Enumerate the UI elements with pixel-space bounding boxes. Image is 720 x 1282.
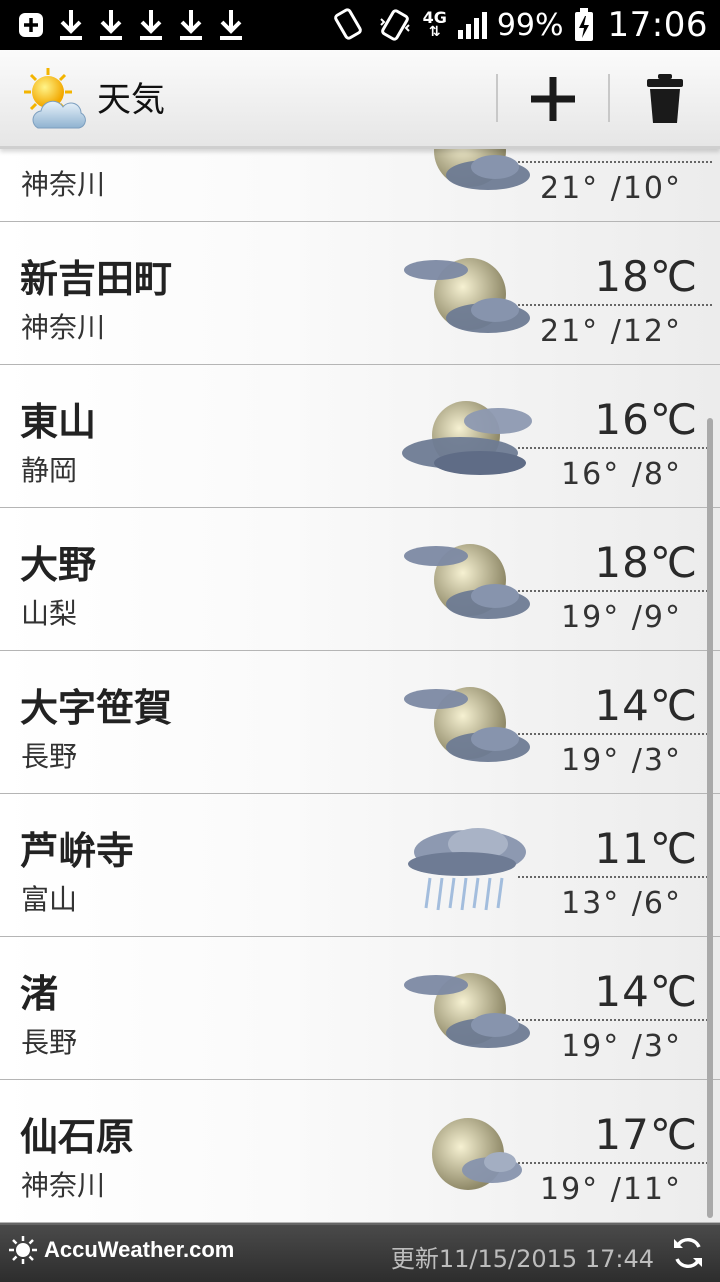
high-low-temperature: 16° /8° [561,457,682,492]
high-low-temperature: 19° /9° [561,600,682,635]
city-name: 新吉田町 [20,257,173,301]
high-low-temperature: 21° /10° [540,171,682,206]
location-row[interactable]: 渚 長野 14℃ 19° /3° [0,937,720,1080]
divider-dotted [518,590,712,592]
add-location-button[interactable] [508,64,598,134]
location-list[interactable]: 神奈川 21° /10° 新吉田町 神奈川 18℃ 21° /12° 東山 静岡 [0,146,720,1223]
download-icon [58,8,84,42]
prefecture-name: 神奈川 [21,311,106,344]
scrollbar[interactable] [707,418,713,1218]
action-divider [608,74,610,122]
divider-dotted [518,447,712,449]
refresh-icon [674,1237,702,1269]
high-low-temperature: 19° /3° [561,743,682,778]
network-type-icon: 4G ⇅ [422,8,447,40]
moon-cloud-icon [400,146,540,213]
city-name: 仙石原 [20,1115,135,1159]
footer-bar: AccuWeather.com 更新11/15/2015 17:44 [0,1223,720,1282]
plus-icon [531,77,575,121]
refresh-button[interactable] [670,1235,706,1271]
battery-charging-icon [574,8,594,42]
battery-level: 99% [496,7,564,43]
sun-logo-icon [9,1236,37,1264]
current-temperature: 16℃ [594,395,698,444]
divider-dotted [518,1162,712,1164]
moon-clouds-icon [400,951,540,1071]
city-name: 東山 [20,400,97,444]
location-row[interactable]: 新吉田町 神奈川 18℃ 21° /12° [0,222,720,365]
trash-icon [647,74,683,123]
divider-dotted [518,161,712,163]
action-divider [496,74,498,122]
prefecture-name: 神奈川 [21,1169,106,1202]
download-icon [98,8,124,42]
location-row[interactable]: 大野 山梨 18℃ 19° /9° [0,508,720,651]
moon-clouds-icon [400,522,540,642]
rain-icon [400,808,540,928]
download-icon [138,8,164,42]
location-row[interactable]: 東山 静岡 16℃ 16° /8° [0,365,720,508]
status-bar: 4G ⇅ 99% 17:06 [0,0,720,50]
divider-dotted [518,733,712,735]
location-row[interactable]: 大字笹賀 長野 14℃ 19° /3° [0,651,720,794]
city-name: 芦峅寺 [20,829,135,873]
weather-app-icon [22,66,88,132]
current-temperature: 18℃ [594,252,698,301]
moon-cloud-icon [400,1094,540,1214]
high-low-temperature: 19° /11° [540,1172,682,1207]
last-updated: 更新11/15/2015 17:44 [390,1245,654,1273]
moon-clouds-icon [400,236,540,356]
accuweather-logo[interactable]: AccuWeather.com [8,1235,234,1265]
divider-dotted [518,876,712,878]
high-low-temperature: 19° /3° [561,1029,682,1064]
prefecture-name: 静岡 [21,454,78,487]
notification-icons [18,0,244,50]
current-temperature: 18℃ [594,538,698,587]
prefecture-name: 山梨 [21,597,78,630]
add-notification-icon [18,12,44,38]
divider-dotted [518,1019,712,1021]
mostly-cloudy-night-icon [400,379,540,499]
city-name: 大字笹賀 [20,686,173,730]
app-title: 天気 [97,80,165,120]
prefecture-name: 長野 [21,740,78,773]
moon-clouds-icon [400,665,540,785]
divider-dotted [518,304,712,306]
prefecture-name: 神奈川 [21,168,106,201]
nfc-icon [331,7,367,43]
clock: 17:06 [607,5,708,45]
signal-icon [457,10,487,40]
current-temperature: 17℃ [594,1110,698,1159]
prefecture-name: 長野 [21,1026,78,1059]
high-low-temperature: 21° /12° [540,314,682,349]
city-name: 大野 [20,543,97,587]
action-bar: 天気 [0,50,720,149]
delete-location-button[interactable] [620,64,710,134]
prefecture-name: 富山 [21,883,78,916]
current-temperature: 11℃ [594,824,698,873]
location-row[interactable]: 神奈川 21° /10° [0,146,720,222]
city-name: 渚 [20,972,59,1016]
location-row[interactable]: 仙石原 神奈川 17℃ 19° /11° [0,1080,720,1223]
vibrate-icon [377,7,413,43]
current-temperature: 14℃ [594,967,698,1016]
accuweather-brand: AccuWeather.com [44,1237,235,1262]
download-icon [218,8,244,42]
location-row[interactable]: 芦峅寺 富山 11℃ 13° /6° [0,794,720,937]
current-temperature: 14℃ [594,681,698,730]
download-icon [178,8,204,42]
network-type-label: 4G [422,8,447,27]
high-low-temperature: 13° /6° [561,886,682,921]
